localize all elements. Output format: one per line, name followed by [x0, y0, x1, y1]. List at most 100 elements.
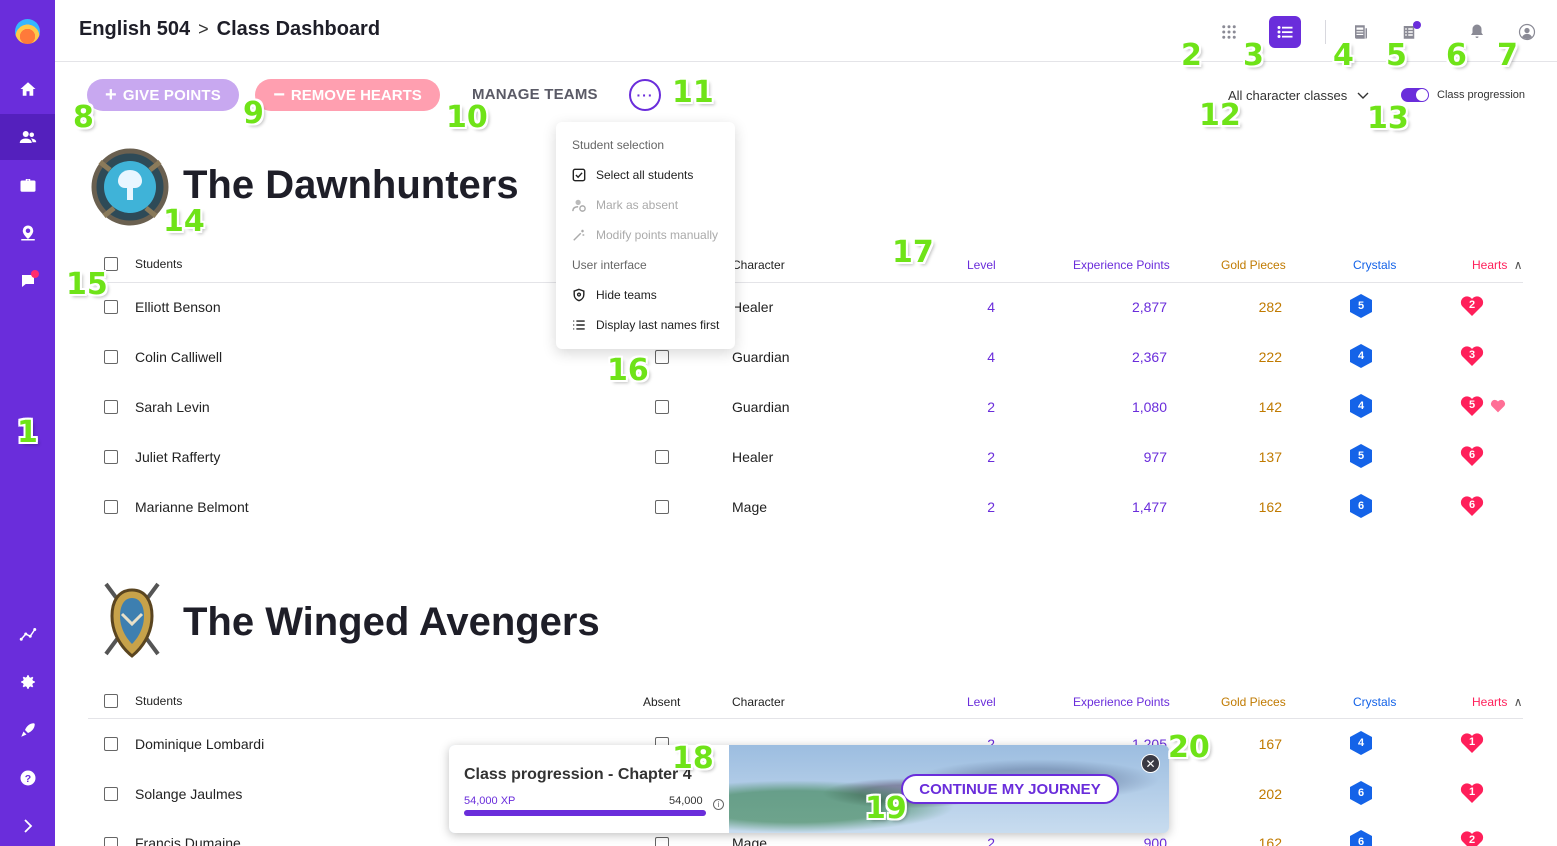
student-name[interactable]: Colin Calliwell: [135, 349, 222, 365]
small-heart-icon: [1490, 399, 1506, 418]
absent-checkbox[interactable]: [655, 450, 669, 464]
column-header-hearts[interactable]: Hearts ∧: [1472, 258, 1522, 272]
column-header-xp[interactable]: Experience Points: [1073, 695, 1170, 709]
hearts-value: 1: [1468, 736, 1476, 748]
absent-checkbox[interactable]: [655, 500, 669, 514]
column-header-crystals[interactable]: Crystals: [1353, 258, 1396, 272]
menu-item-modify-points[interactable]: Modify points manually: [572, 228, 718, 242]
hearts-value: 6: [1468, 449, 1476, 461]
team-name: The Dawnhunters: [183, 163, 519, 207]
crystal-badge: 5: [1350, 444, 1372, 468]
user-absent-icon: [572, 199, 586, 212]
hearts-value: 2: [1468, 299, 1476, 311]
hearts-value: 1: [1468, 786, 1476, 798]
hearts-value: 3: [1468, 349, 1476, 361]
crystal-badge: 4: [1350, 344, 1372, 368]
menu-item-label: Modify points manually: [596, 228, 719, 242]
student-checkbox[interactable]: [104, 350, 118, 364]
xp-value: 900: [1143, 835, 1167, 846]
student-checkbox[interactable]: [104, 450, 118, 464]
select-all-checkbox[interactable]: [104, 694, 118, 708]
close-icon[interactable]: ✕: [1141, 754, 1160, 773]
column-header-gold[interactable]: Gold Pieces: [1221, 695, 1286, 709]
menu-item-hide-teams[interactable]: Hide teams: [572, 288, 657, 302]
crystal-badge: 6: [1350, 494, 1372, 518]
annotation-marker: 7: [1497, 38, 1518, 73]
analytics-icon[interactable]: [0, 611, 55, 657]
student-name[interactable]: Marianne Belmont: [135, 499, 249, 515]
column-header-character[interactable]: Character: [732, 695, 785, 709]
app-logo[interactable]: [15, 19, 40, 44]
list-icon: [573, 320, 585, 330]
rocket-icon[interactable]: [0, 707, 55, 753]
gold-value: 162: [1258, 835, 1282, 846]
student-name[interactable]: Elliott Benson: [135, 299, 221, 315]
annotation-marker: 11: [672, 75, 714, 110]
chat-icon[interactable]: [0, 258, 55, 304]
expand-sidebar-icon[interactable]: [0, 803, 55, 846]
column-header-crystals[interactable]: Crystals: [1353, 695, 1396, 709]
absent-checkbox[interactable]: [655, 837, 669, 846]
student-name[interactable]: Juliet Rafferty: [135, 449, 220, 465]
student-checkbox[interactable]: [104, 400, 118, 414]
grid-view-icon[interactable]: [1213, 16, 1245, 48]
remove-hearts-button[interactable]: − REMOVE HEARTS: [255, 79, 440, 111]
column-header-hearts[interactable]: Hearts ∧: [1472, 695, 1522, 709]
column-header-level[interactable]: Level: [967, 258, 996, 272]
absent-checkbox[interactable]: [655, 400, 669, 414]
team-crest-dawnhunters: [90, 142, 170, 237]
column-header-xp[interactable]: Experience Points: [1073, 258, 1170, 272]
help-icon[interactable]: ?: [0, 755, 55, 801]
home-icon[interactable]: [0, 66, 55, 112]
annotation-marker: 19: [865, 791, 907, 826]
briefcase-icon[interactable]: [0, 162, 55, 208]
column-header-absent[interactable]: Absent: [643, 695, 680, 709]
column-header-students[interactable]: Students: [135, 694, 182, 708]
character-class: Mage: [732, 499, 768, 515]
annotation-marker: 18: [672, 741, 714, 776]
class-progression-toggle[interactable]: [1401, 88, 1429, 102]
continue-journey-button[interactable]: CONTINUE MY JOURNEY: [901, 774, 1119, 804]
menu-item-select-all[interactable]: Select all students: [572, 168, 693, 182]
annotation-marker: 1: [17, 415, 38, 450]
gear-icon[interactable]: [0, 659, 55, 705]
breadcrumb-separator-icon: >: [198, 19, 209, 39]
map-pin-icon[interactable]: [0, 210, 55, 256]
give-points-button[interactable]: + GIVE POINTS: [87, 79, 239, 111]
more-options-icon[interactable]: ···: [629, 79, 661, 111]
column-header-character[interactable]: Character: [732, 258, 785, 272]
student-name[interactable]: Dominique Lombardi: [135, 736, 264, 752]
team-name: The Winged Avengers: [183, 600, 600, 644]
menu-item-mark-absent[interactable]: Mark as absent: [572, 198, 678, 212]
column-header-level[interactable]: Level: [967, 695, 996, 709]
student-name[interactable]: Francis Dumaine: [135, 835, 241, 846]
student-checkbox[interactable]: [104, 737, 118, 751]
info-icon[interactable]: i: [713, 799, 724, 810]
crystal-badge: 4: [1350, 731, 1372, 755]
manage-teams-button[interactable]: MANAGE TEAMS: [472, 86, 598, 103]
crystal-badge: 4: [1350, 394, 1372, 418]
list-view-icon[interactable]: [1269, 16, 1301, 48]
student-checkbox[interactable]: [104, 787, 118, 801]
level-value: 2: [987, 399, 995, 415]
gold-value: 222: [1258, 349, 1282, 365]
progression-bar: [464, 810, 706, 816]
absent-checkbox[interactable]: [655, 350, 669, 364]
breadcrumb-course[interactable]: English 504: [79, 18, 190, 41]
xp-value: 1,080: [1131, 399, 1167, 415]
character-class-filter[interactable]: All character classes: [1228, 88, 1369, 103]
gold-value: 162: [1258, 499, 1282, 515]
annotation-marker: 14: [163, 204, 205, 239]
users-icon[interactable]: [0, 114, 55, 160]
notification-dot: [31, 270, 39, 278]
student-name[interactable]: Sarah Levin: [135, 399, 210, 415]
level-value: 2: [987, 835, 995, 846]
column-header-students[interactable]: Students: [135, 257, 182, 271]
hearts-value: 6: [1468, 499, 1476, 511]
menu-item-last-names-first[interactable]: Display last names first: [572, 318, 719, 332]
student-checkbox[interactable]: [104, 837, 118, 846]
column-header-gold[interactable]: Gold Pieces: [1221, 258, 1286, 272]
student-checkbox[interactable]: [104, 300, 118, 314]
student-name[interactable]: Solange Jaulmes: [135, 786, 242, 802]
student-checkbox[interactable]: [104, 500, 118, 514]
